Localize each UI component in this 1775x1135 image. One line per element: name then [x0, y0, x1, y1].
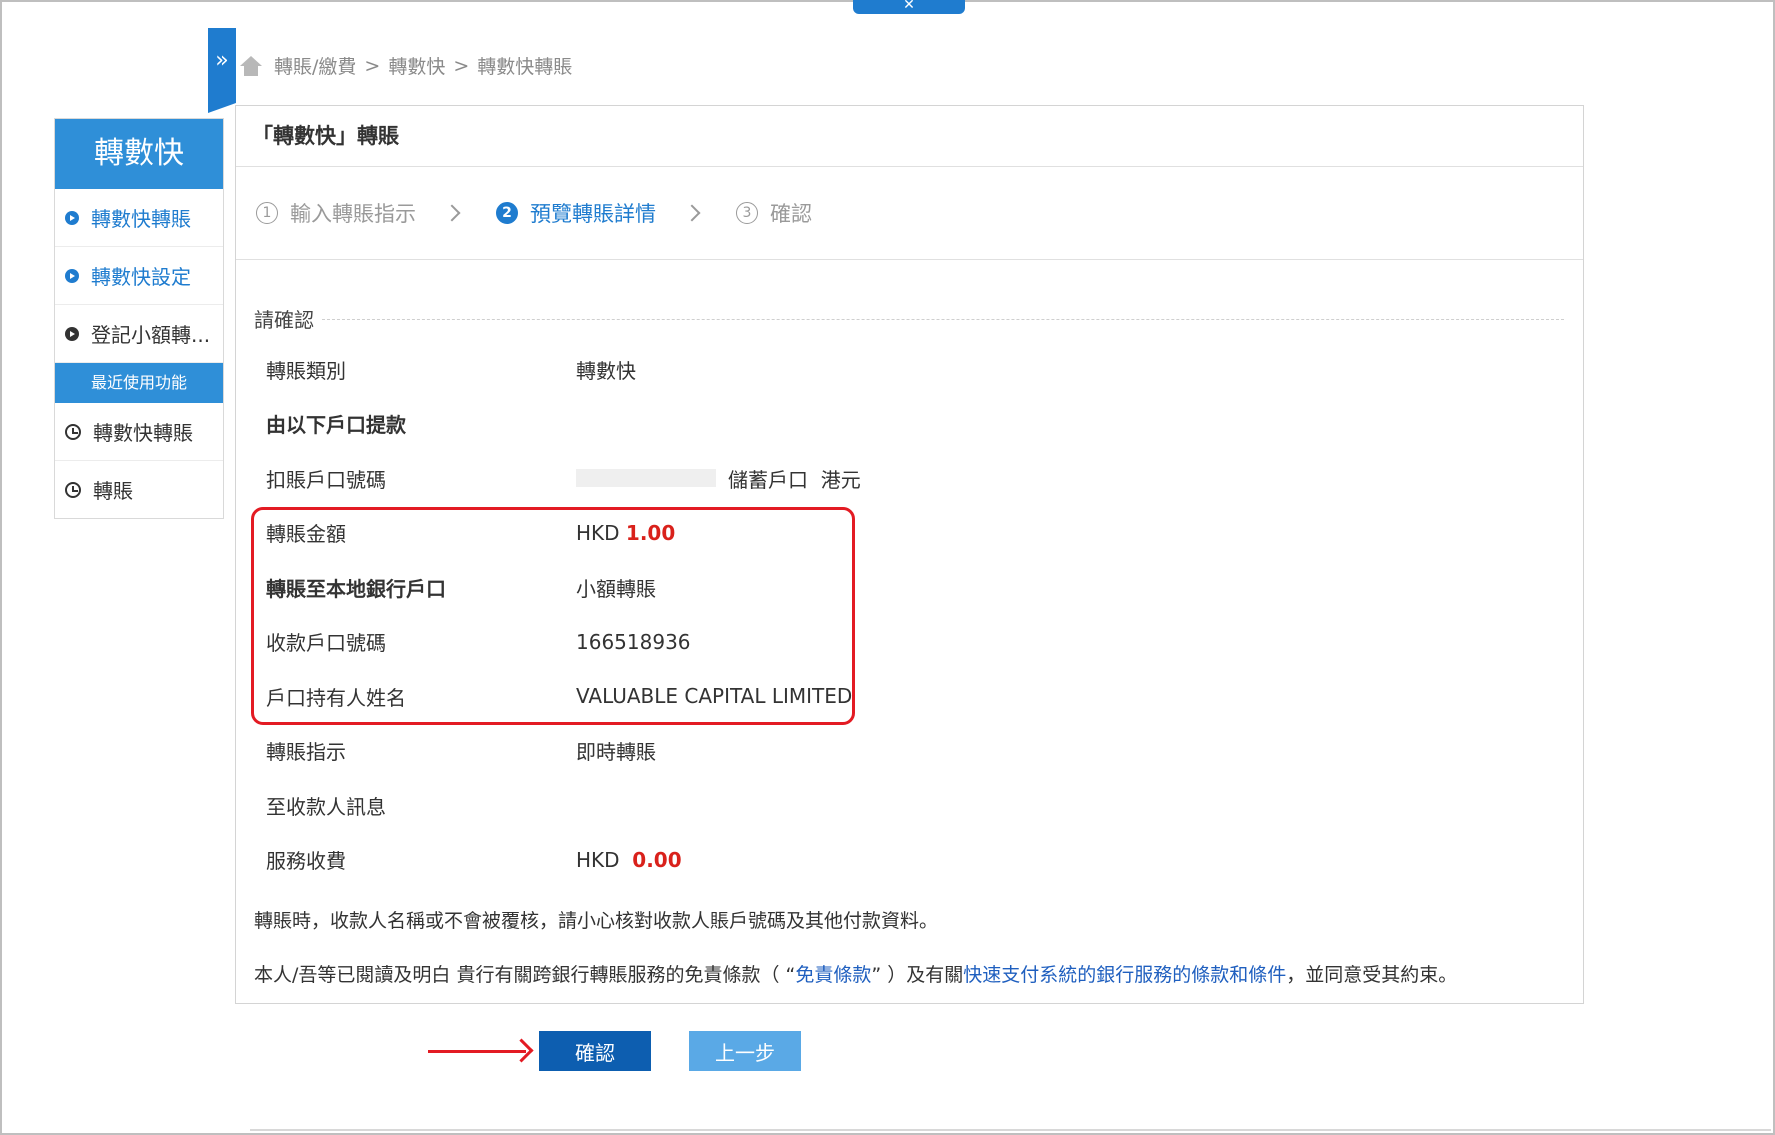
breadcrumb-separator: > — [364, 54, 381, 77]
sidebar-item-label: 登記小額轉... — [91, 323, 211, 347]
red-arrow-annotation — [428, 1050, 526, 1053]
confirm-heading-text: 請確認 — [254, 308, 314, 332]
detail-value: 即時轉賬 — [576, 740, 656, 765]
step-label: 預覽轉賬詳情 — [530, 202, 656, 226]
sidebar-item-fps-settings[interactable]: 轉數快設定 — [55, 247, 223, 305]
step-1: 1 輸入轉賬指示 — [256, 198, 416, 228]
detail-label: 轉賬類別 — [266, 358, 346, 383]
sidebar-item-register-small-transfer[interactable]: 登記小額轉... — [55, 305, 223, 363]
sidebar-item-fps-transfer[interactable]: 轉數快轉賬 — [55, 189, 223, 247]
detail-row-from-heading: 由以下戶口提款 — [266, 397, 1266, 452]
account-currency: 港元 — [820, 467, 861, 492]
step-3: 3 確認 — [736, 198, 812, 228]
recent-functions-title: 最近使用功能 — [55, 363, 223, 403]
terms-text: ，並同意受其約束。 — [1286, 964, 1458, 986]
disclaimer-link[interactable]: 免責條款 — [795, 964, 871, 986]
detail-value: 儲蓄戶口 港元 — [576, 464, 861, 493]
bottom-divider — [250, 1129, 1771, 1131]
sidebar-item-label: 轉數快轉賬 — [91, 207, 191, 231]
sidebar-title: 轉數快 — [55, 119, 223, 189]
detail-row-type: 轉賬類別 轉數快 — [266, 342, 1266, 397]
expand-sidebar-button[interactable]: » — [208, 28, 236, 113]
clock-icon — [65, 423, 81, 440]
detail-label: 轉賬指示 — [266, 740, 346, 765]
step-number: 2 — [496, 202, 518, 224]
breadcrumb-item-transfer[interactable]: 轉賬/繳費 — [274, 52, 356, 79]
double-chevron-right-icon: » — [215, 48, 229, 73]
highlight-box — [251, 507, 855, 725]
step-number: 3 — [736, 202, 758, 224]
breadcrumb: 轉賬/繳費 > 轉數快 > 轉數快轉賬 — [240, 52, 572, 79]
detail-label: 服務收費 — [266, 849, 346, 874]
back-button[interactable]: 上一步 — [689, 1031, 801, 1071]
recent-item-transfer[interactable]: 轉賬 — [55, 461, 223, 518]
confirm-heading: 請確認 — [254, 304, 1564, 333]
dashed-divider — [322, 319, 1564, 320]
fee-currency: HKD — [576, 847, 620, 872]
recent-item-label: 轉數快轉賬 — [93, 421, 193, 445]
masked-account-number — [576, 469, 716, 488]
play-circle-icon — [65, 326, 79, 341]
section-heading: 由以下戶口提款 — [266, 413, 406, 438]
confirm-button[interactable]: 確認 — [539, 1031, 651, 1071]
breadcrumb-item-fps[interactable]: 轉數快 — [388, 52, 445, 79]
recent-item-label: 轉賬 — [93, 479, 133, 503]
close-icon[interactable]: ✕ — [903, 0, 915, 13]
step-number: 1 — [256, 202, 278, 224]
play-circle-icon — [65, 268, 79, 283]
step-indicator: 1 輸入轉賬指示 2 預覽轉賬詳情 3 確認 — [236, 167, 1583, 260]
sidebar-item-label: 轉數快設定 — [91, 265, 191, 289]
detail-row-debit-account: 扣賬戶口號碼 儲蓄戶口 港元 — [266, 451, 1266, 506]
main-panel: 「轉數快」轉賬 1 輸入轉賬指示 2 預覽轉賬詳情 3 確認 請確認 轉賬類別 … — [235, 105, 1584, 1004]
fps-terms-link[interactable]: 快速支付系統的銀行服務的條款和條件 — [963, 964, 1286, 986]
terms-text: ” ）及有關 — [871, 964, 964, 986]
breadcrumb-item-fps-transfer: 轉數快轉賬 — [477, 56, 573, 78]
breadcrumb-separator: > — [453, 54, 470, 77]
detail-row-message: 至收款人訊息 — [266, 778, 1266, 833]
step-label: 輸入轉賬指示 — [290, 202, 416, 226]
detail-label: 扣賬戶口號碼 — [266, 467, 386, 492]
account-type: 儲蓄戶口 — [728, 467, 808, 492]
step-label: 確認 — [770, 202, 812, 226]
clock-icon — [65, 481, 81, 498]
terms-text: 本人/吾等已閱讀及明白 貴行有關跨銀行轉賬服務的免責條款（ “ — [254, 964, 796, 986]
home-icon[interactable] — [240, 55, 262, 76]
step-2: 2 預覽轉賬詳情 — [496, 198, 656, 228]
payee-verification-notice: 轉賬時，收款人名稱或不會被覆核，請小心核對收款人賬戶號碼及其他付款資料。 — [254, 910, 939, 932]
terms-notice: 本人/吾等已閱讀及明白 貴行有關跨銀行轉賬服務的免責條款（ “免責條款” ）及有… — [254, 960, 1457, 987]
recent-item-fps-transfer[interactable]: 轉數快轉賬 — [55, 403, 223, 461]
detail-row-fee: 服務收費 HKD 0.00 — [266, 833, 1266, 888]
detail-value: 轉數快 — [576, 358, 636, 383]
fee-value: 0.00 — [632, 847, 682, 872]
page-title: 「轉數快」轉賬 — [236, 106, 1583, 167]
detail-label: 至收款人訊息 — [266, 794, 386, 819]
chevron-right-icon — [683, 204, 701, 222]
detail-row-instruction: 轉賬指示 即時轉賬 — [266, 724, 1266, 779]
play-circle-icon — [65, 210, 79, 225]
chevron-right-icon — [443, 204, 461, 222]
detail-value: HKD 0.00 — [576, 848, 682, 872]
sidebar: 轉數快 轉數快轉賬 轉數快設定 登記小額轉... 最近使用功能 轉數快轉賬 轉賬 — [54, 118, 224, 519]
close-tab[interactable]: ✕ — [853, 0, 965, 14]
